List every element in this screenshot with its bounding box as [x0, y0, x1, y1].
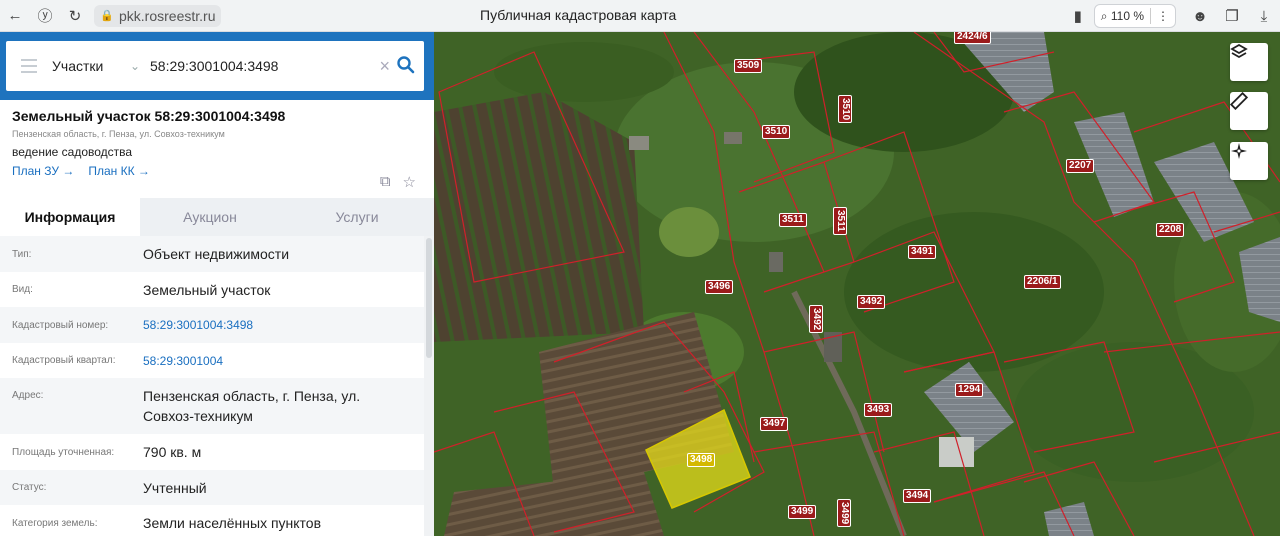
locate-button[interactable]: [1230, 142, 1268, 180]
table-row: Адрес: Пензенская область, г. Пенза, ул.…: [0, 378, 434, 434]
map-canvas: [434, 32, 1280, 536]
row-key: Адрес:: [12, 390, 44, 401]
tabs-bar: Информация Аукцион Услуги: [0, 198, 434, 236]
yandex-icon[interactable]: ⓨ: [30, 0, 60, 32]
parcel-label[interactable]: 2206/1: [1024, 275, 1061, 289]
search-input[interactable]: 58:29:3001004:3498: [150, 58, 350, 74]
tab-auction[interactable]: Аукцион: [140, 198, 280, 236]
satellite-map[interactable]: 3509 3510 3510 3511 3511 2424/6 2207 220…: [434, 32, 1280, 536]
row-value: Пензенская область, г. Пенза, ул. Совхоз…: [143, 388, 361, 424]
table-row: Вид: Земельный участок: [0, 272, 434, 307]
plan-kk-link[interactable]: План КК →: [88, 164, 150, 178]
clear-icon[interactable]: ×: [379, 56, 390, 77]
bookmark-icon[interactable]: ▮: [1062, 0, 1094, 32]
tab-services[interactable]: Услуги: [280, 198, 434, 236]
table-row: Кадастровый квартал: 58:29:3001004: [0, 343, 434, 378]
row-key: Площадь уточненная:: [12, 446, 115, 458]
back-icon[interactable]: ←: [0, 0, 30, 32]
parcel-label[interactable]: 2208: [1156, 223, 1185, 237]
row-value: 790 кв. м: [143, 444, 202, 460]
layers-button[interactable]: [1230, 43, 1268, 81]
cadastral-number-link[interactable]: 58:29:3001004:3498: [143, 315, 253, 335]
reload-icon[interactable]: ↻: [60, 0, 90, 32]
parcel-label[interactable]: 3499: [837, 499, 851, 528]
parcel-label[interactable]: 3493: [864, 403, 893, 417]
search-box[interactable]: Участки ⌄ 58:29:3001004:3498 ×: [6, 41, 424, 91]
parcel-title: Земельный участок 58:29:3001004:3498: [12, 108, 286, 124]
parcel-label[interactable]: 3491: [908, 245, 937, 259]
info-panel: Участки ⌄ 58:29:3001004:3498 × Земельный…: [0, 32, 434, 536]
zoom-icon: ⌕: [1100, 8, 1111, 23]
parcel-label[interactable]: 3510: [762, 125, 791, 139]
row-key: Кадастровый квартал:: [12, 355, 116, 366]
search-band: Участки ⌄ 58:29:3001004:3498 ×: [0, 32, 434, 100]
menu-icon[interactable]: [6, 59, 52, 73]
parcel-label[interactable]: 1294: [955, 383, 984, 397]
parcel-purpose: ведение садоводства: [12, 145, 133, 159]
row-value: Земли населённых пунктов: [143, 515, 322, 531]
zoom-to-parcel-icon[interactable]: ⧉: [380, 173, 391, 191]
parcel-label[interactable]: 3497: [760, 417, 789, 431]
layers-icon: [1230, 43, 1248, 59]
url-text: pkk.rosreestr.ru: [119, 7, 216, 24]
crosshair-icon: [1231, 143, 1247, 159]
parcel-label[interactable]: 3496: [705, 280, 734, 294]
row-key: Статус:: [12, 482, 47, 493]
favorite-star-icon[interactable]: ☆: [403, 173, 416, 191]
chevron-down-icon[interactable]: ⌄: [130, 59, 150, 73]
parcel-label[interactable]: 3492: [857, 295, 886, 309]
info-table: Тип: Объект недвижимости Вид: Земельный …: [0, 236, 434, 536]
row-value: Объект недвижимости: [143, 246, 290, 262]
parcel-address: Пензенская область, г. Пенза, ул. Совхоз…: [12, 129, 225, 139]
tab-info[interactable]: Информация: [0, 198, 140, 236]
panel-scrollbar[interactable]: [424, 236, 434, 536]
extension-icon[interactable]: ☻: [1184, 0, 1216, 32]
table-row: Площадь уточненная: 790 кв. м: [0, 434, 434, 470]
parcel-label[interactable]: 3494: [903, 489, 932, 503]
row-key: Вид:: [12, 284, 33, 295]
zoom-indicator[interactable]: ⌕ 110 % ⋮: [1093, 4, 1176, 28]
plan-zu-link[interactable]: План ЗУ →: [12, 164, 74, 178]
row-key: Кадастровый номер:: [12, 319, 109, 331]
row-value: Учтенный: [143, 479, 207, 496]
parcel-label[interactable]: 2207: [1066, 159, 1095, 173]
row-key: Категория земель:: [12, 517, 98, 529]
page-title: Публичная кадастровая карта: [480, 7, 677, 23]
parcel-card: Земельный участок 58:29:3001004:3498 Пен…: [0, 100, 434, 198]
parcel-label[interactable]: 3511: [779, 213, 807, 227]
selected-parcel-label[interactable]: 3498: [687, 453, 716, 467]
scrollbar-thumb[interactable]: [426, 238, 432, 358]
parcel-label[interactable]: 3499: [788, 505, 817, 519]
ruler-icon: [1230, 92, 1248, 110]
parcel-label[interactable]: 3509: [734, 59, 763, 73]
parcel-label[interactable]: 3510: [838, 95, 852, 124]
cadastral-quarter-link[interactable]: 58:29:3001004: [143, 351, 223, 371]
parcel-label[interactable]: 3492: [809, 305, 823, 334]
download-icon[interactable]: ⤓: [1248, 0, 1280, 32]
reader-mode-icon[interactable]: ❐: [1216, 0, 1248, 32]
search-icon[interactable]: [396, 55, 416, 75]
table-row: Категория земель: Земли населённых пункт…: [0, 505, 434, 536]
lock-icon: 🔒: [100, 10, 114, 22]
browser-toolbar: ← ⓨ ↻ 🔒 pkk.rosreestr.ru Публичная кадас…: [0, 0, 1280, 32]
measure-button[interactable]: [1230, 92, 1268, 130]
row-key: Тип:: [12, 248, 32, 260]
more-icon[interactable]: ⋮: [1157, 9, 1169, 23]
zoom-value: 110 %: [1110, 9, 1144, 23]
table-row: Кадастровый номер: 58:29:3001004:3498: [0, 307, 434, 343]
address-bar[interactable]: 🔒 pkk.rosreestr.ru: [94, 4, 222, 27]
object-type-select[interactable]: Участки: [52, 58, 130, 74]
parcel-label[interactable]: 2424/6: [954, 32, 991, 44]
parcel-label[interactable]: 3511: [833, 207, 847, 235]
table-row: Статус: Учтенный: [0, 470, 434, 505]
row-value: Земельный участок: [143, 281, 271, 298]
table-row: Тип: Объект недвижимости: [0, 236, 434, 272]
